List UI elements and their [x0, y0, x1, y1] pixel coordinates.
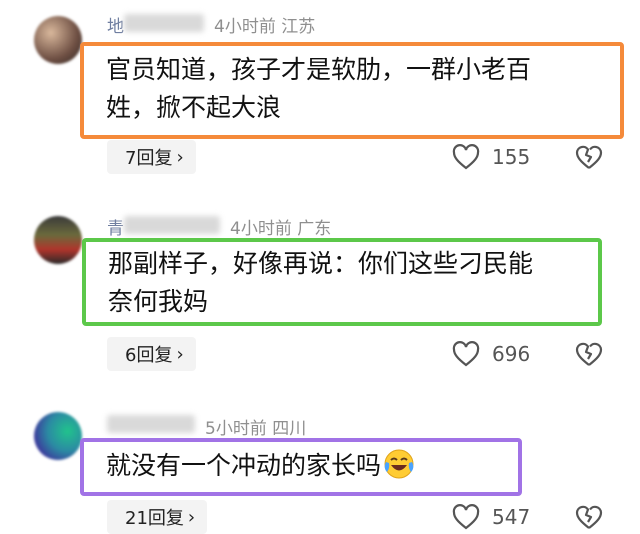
heart-icon [452, 341, 480, 367]
time-location: 4小时前 江苏 [214, 17, 316, 37]
avatar[interactable] [34, 412, 82, 460]
broken-heart-icon[interactable] [574, 504, 604, 530]
heart-icon [452, 144, 480, 170]
time-location: 4小时前 广东 [230, 219, 332, 239]
like-button[interactable]: 155 [452, 144, 530, 170]
like-count: 696 [492, 342, 531, 366]
broken-heart-icon[interactable] [574, 341, 604, 367]
heart-icon [452, 504, 480, 530]
chevron-right-icon: › [187, 506, 196, 528]
like-button[interactable]: 696 [452, 341, 530, 367]
username[interactable] [107, 415, 195, 438]
like-count: 547 [492, 505, 531, 529]
like-count: 155 [492, 145, 531, 169]
reply-button[interactable]: 7回复 › [107, 140, 196, 174]
time-location: 5小时前 四川 [205, 419, 307, 439]
comment-text: 就没有一个冲动的家长吗 [80, 438, 522, 496]
avatar[interactable] [34, 16, 82, 64]
comment-meta: 5小时前 四川 [107, 414, 306, 439]
comment-text: 官员知道，孩子才是软肋，一群小老百 姓，掀不起大浪 [80, 42, 624, 139]
comment-text: 那副样子，好像再说：你们这些刁民能 奈何我妈 [82, 238, 602, 326]
username[interactable]: 青 [107, 214, 220, 239]
like-button[interactable]: 547 [452, 504, 530, 530]
reply-button[interactable]: 21回复 › [107, 500, 208, 534]
reply-button[interactable]: 6回复 › [107, 337, 196, 371]
broken-heart-icon[interactable] [574, 144, 604, 170]
crying-laughing-emoji [383, 448, 415, 491]
chevron-right-icon: › [176, 343, 184, 365]
chevron-right-icon: › [176, 146, 184, 168]
avatar[interactable] [34, 216, 82, 264]
username[interactable]: 地 [107, 12, 204, 37]
comment-meta: 地 4小时前 江苏 [107, 12, 315, 37]
comment-meta: 青 4小时前 广东 [107, 214, 331, 239]
